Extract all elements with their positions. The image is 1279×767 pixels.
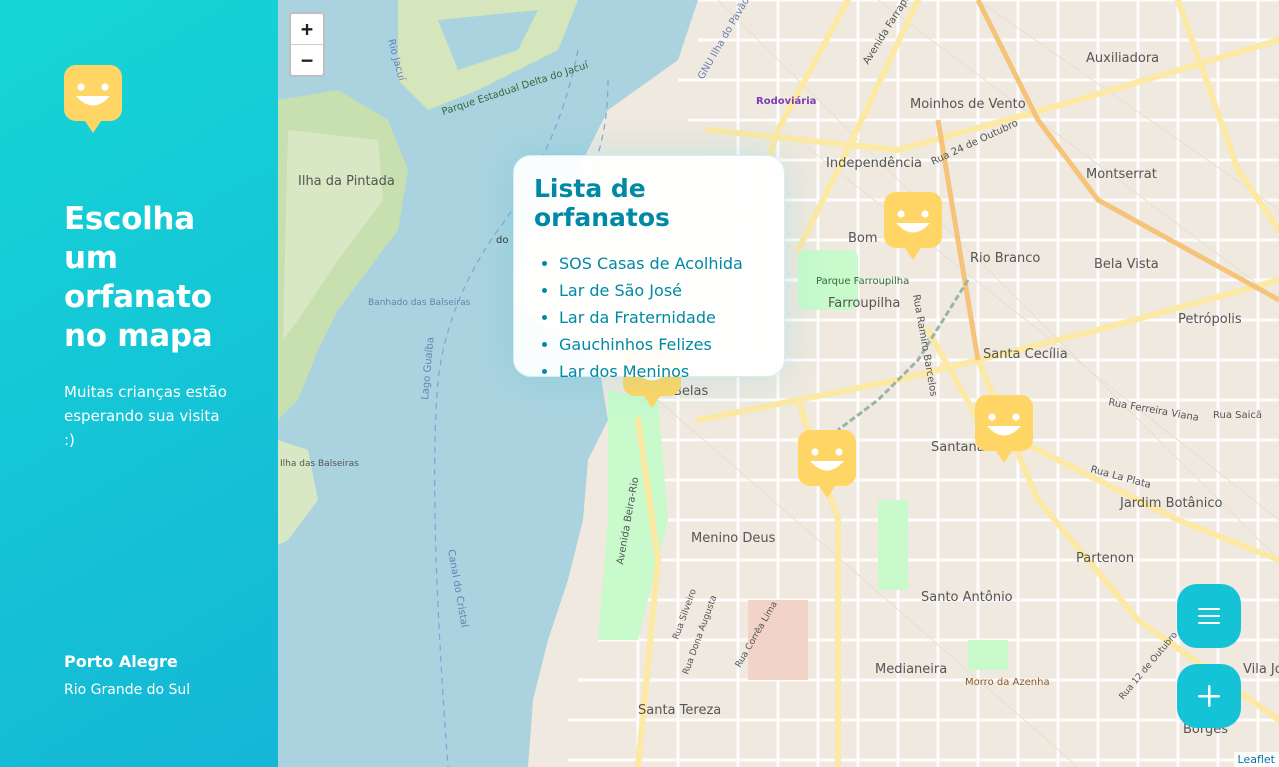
add-orphanage-button[interactable] xyxy=(1177,664,1241,728)
map-label: Rodoviária xyxy=(756,95,816,107)
map-label: Rio Branco xyxy=(970,251,1040,266)
zoom-out-button[interactable]: − xyxy=(291,44,323,75)
orphanage-list: SOS Casas de Acolhida Lar de São José La… xyxy=(534,250,764,385)
map-label: Banhado das Balseiras xyxy=(368,298,471,308)
map-label: Ilha das Balseiras xyxy=(280,459,359,469)
map-label: Santo Antônio xyxy=(921,590,1013,605)
popup-title: Lista de orfanatos xyxy=(534,174,670,232)
zoom-control: + − xyxy=(289,12,325,77)
map-label: Ilha da Pintada xyxy=(298,174,395,189)
city-name: Porto Alegre xyxy=(64,652,178,671)
map-label: Montserrat xyxy=(1086,167,1157,182)
map-label: Farroupilha xyxy=(828,296,900,311)
orphanage-list-item[interactable]: Lar da Fraternidade xyxy=(559,304,764,331)
zoom-in-button[interactable]: + xyxy=(291,14,323,44)
list-menu-button[interactable] xyxy=(1177,584,1241,648)
map-label: Petrópolis xyxy=(1178,312,1242,327)
plus-icon xyxy=(1198,685,1220,707)
map-label: Rua Saicã xyxy=(1213,410,1262,421)
map-label: Bom xyxy=(848,231,878,246)
map-label: Partenon xyxy=(1076,551,1134,566)
state-name: Rio Grande do Sul xyxy=(64,682,191,698)
map-label: Parque Farroupilha xyxy=(816,276,909,287)
map-label: Santa Tereza xyxy=(638,703,721,718)
map-label: Jardim Botânico xyxy=(1119,496,1223,511)
map-label: Vila Jo xyxy=(1243,662,1279,677)
orphanage-list-item[interactable]: Gauchinhos Felizes xyxy=(559,331,764,358)
orphanage-list-item[interactable]: Lar dos Meninos xyxy=(559,358,764,385)
orphanage-list-item[interactable]: SOS Casas de Acolhida xyxy=(559,250,764,277)
page-title: Escolha um orfanato no mapa xyxy=(64,201,213,354)
map-label: Independência xyxy=(826,156,922,171)
map-label: Moinhos de Vento xyxy=(910,97,1026,112)
orphanage-marker[interactable] xyxy=(798,430,856,498)
map-label: Morro da Azenha xyxy=(965,677,1050,688)
map-label: do xyxy=(496,235,508,246)
page-subtitle: Muitas crianças estão esperando sua visi… xyxy=(64,383,227,449)
map-tiles[interactable]: Ilha da Pintada Banhado das Balseiras Il… xyxy=(278,0,1279,767)
map[interactable]: Ilha da Pintada Banhado das Balseiras Il… xyxy=(278,0,1279,767)
sidebar: Escolha um orfanato no mapa Muitas crian… xyxy=(0,0,278,767)
map-label: Bela Vista xyxy=(1094,257,1159,272)
map-label: Medianeira xyxy=(875,662,947,677)
orphanage-marker[interactable] xyxy=(884,192,942,260)
map-label: Santa Cecília xyxy=(983,347,1068,362)
orphanage-marker[interactable] xyxy=(975,395,1033,463)
smiley-marker-icon xyxy=(64,65,122,133)
map-label: Menino Deus xyxy=(691,531,776,546)
orphanage-list-popup: Lista de orfanatos SOS Casas de Acolhida… xyxy=(513,155,785,381)
leaflet-attribution-link[interactable]: Leaflet xyxy=(1233,752,1279,767)
orphanage-list-item[interactable]: Lar de São José xyxy=(559,277,764,304)
menu-icon xyxy=(1198,608,1220,624)
map-label: Auxiliadora xyxy=(1086,51,1159,66)
